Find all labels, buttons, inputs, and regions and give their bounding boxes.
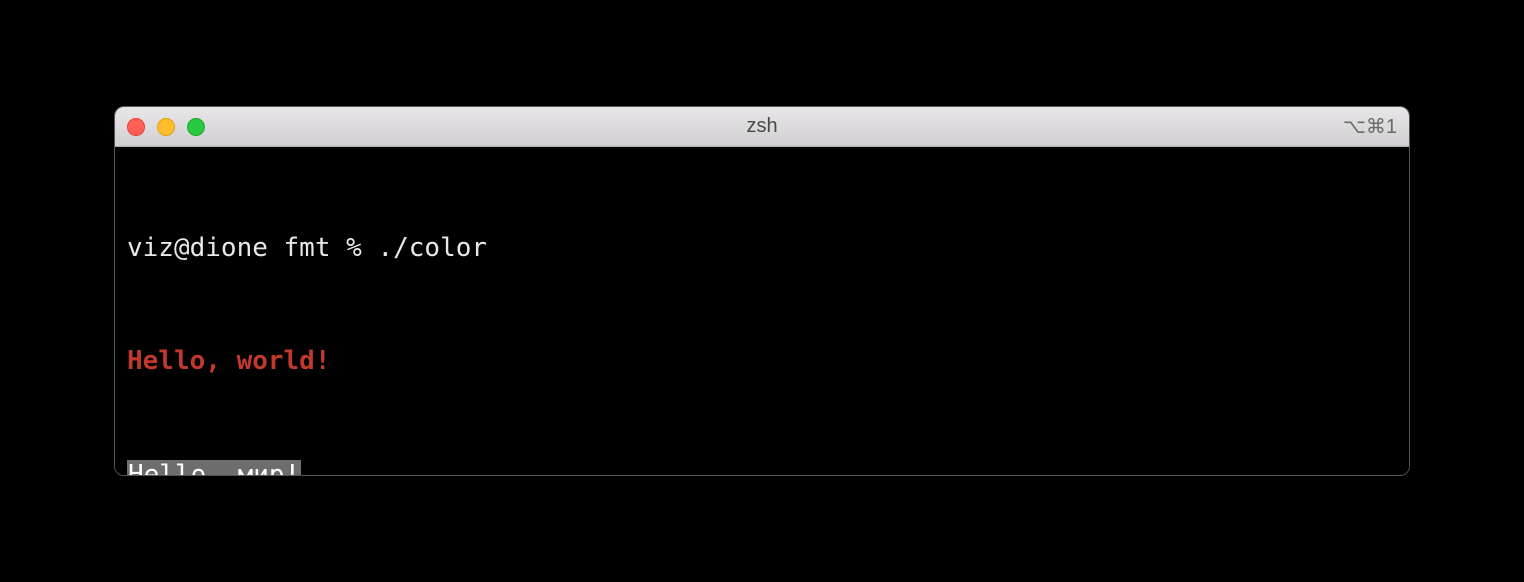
output-line-2: Hello, мир!	[127, 457, 1397, 477]
window-shortcut: ⌥⌘1	[1343, 114, 1397, 139]
window-title: zsh	[115, 115, 1409, 138]
maximize-icon[interactable]	[187, 118, 205, 136]
terminal-body[interactable]: viz@dione fmt % ./color Hello, world! He…	[115, 147, 1409, 475]
close-icon[interactable]	[127, 118, 145, 136]
output-line-1: Hello, world!	[127, 343, 1397, 381]
titlebar: zsh ⌥⌘1	[115, 107, 1409, 147]
prompt: viz@dione fmt %	[127, 233, 377, 263]
command-text: ./color	[377, 233, 487, 263]
traffic-lights	[127, 118, 205, 136]
minimize-icon[interactable]	[157, 118, 175, 136]
command-line: viz@dione fmt % ./color	[127, 230, 1397, 268]
output-line-2-text: Hello, мир!	[127, 460, 301, 477]
terminal-window: zsh ⌥⌘1 viz@dione fmt % ./color Hello, w…	[114, 106, 1410, 476]
